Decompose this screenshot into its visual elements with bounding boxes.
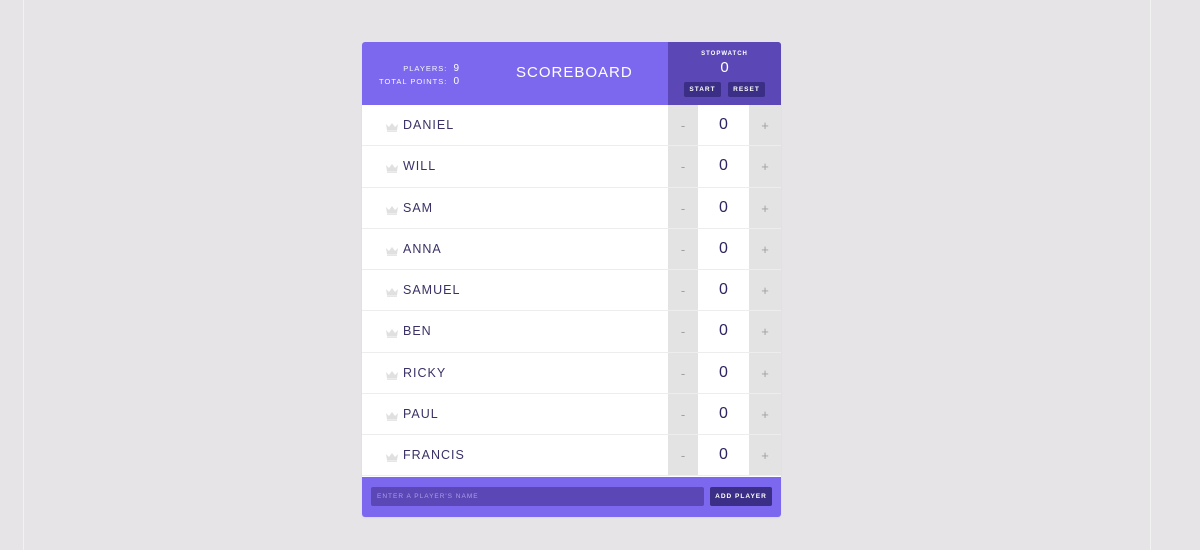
score-counter: - 0 + (668, 146, 781, 187)
player-row: SAM - 0 + (362, 187, 781, 229)
player-row: SAMUEL - 0 + (362, 270, 781, 312)
increment-button[interactable]: + (749, 146, 781, 187)
player-name: WILL (403, 159, 437, 174)
player-name: BEN (403, 324, 432, 339)
stats-table: PLAYERS: 9 TOTAL POINTS: 0 (362, 62, 460, 88)
player-score: 0 (719, 157, 728, 175)
player-row: FRANCIS - 0 + (362, 435, 781, 477)
decrement-button[interactable]: - (668, 393, 698, 434)
decrement-button[interactable]: - (668, 187, 698, 228)
player-name: SAMUEL (403, 283, 461, 297)
score-counter: - 0 + (668, 311, 781, 352)
crown-icon (385, 367, 399, 380)
crown-icon (385, 449, 399, 462)
decrement-button[interactable]: - (668, 105, 698, 146)
decrement-button[interactable]: - (668, 146, 698, 187)
scoreboard: PLAYERS: 9 TOTAL POINTS: 0 SCOREBOARD ST… (362, 42, 781, 517)
crown-icon (385, 160, 399, 174)
increment-button[interactable]: + (749, 393, 781, 434)
crown-icon (385, 408, 399, 421)
decrement-button[interactable]: - (668, 352, 698, 393)
score-counter: - 0 + (668, 393, 781, 434)
score-counter: - 0 + (668, 187, 781, 228)
score-counter: - 0 + (668, 228, 781, 269)
player-score: 0 (719, 198, 728, 216)
player-score: 0 (719, 116, 728, 133)
player-name: PAUL (403, 406, 439, 421)
stopwatch-time: 0 (720, 59, 729, 76)
increment-button[interactable]: + (749, 105, 781, 146)
decrement-button[interactable]: - (668, 228, 698, 269)
stopwatch: STOPWATCH 0 START RESET (668, 42, 781, 105)
score-counter: - 0 + (668, 352, 781, 393)
stopwatch-reset-button[interactable]: RESET (728, 82, 765, 97)
player-list: DANIEL - 0 + WILL - 0 + SAM - 0 + ANNA -… (362, 105, 781, 477)
crown-icon (385, 284, 399, 297)
increment-button[interactable]: + (749, 228, 781, 269)
score-counter: - 0 + (668, 105, 781, 146)
player-row: RICKY - 0 + (362, 352, 781, 394)
increment-button[interactable]: + (749, 311, 781, 352)
player-score: 0 (719, 281, 728, 298)
increment-button[interactable]: + (749, 187, 781, 228)
player-row: BEN - 0 + (362, 311, 781, 353)
stopwatch-label: STOPWATCH (701, 51, 748, 57)
decrement-button[interactable]: - (668, 270, 698, 311)
players-count-label: PLAYERS: (403, 64, 448, 73)
player-name: DANIEL (403, 118, 455, 132)
page-guide-left (23, 0, 24, 550)
stopwatch-start-button[interactable]: START (684, 82, 721, 97)
player-score: 0 (719, 446, 728, 463)
increment-button[interactable]: + (749, 270, 781, 311)
decrement-button[interactable]: - (668, 435, 698, 476)
total-points-row: TOTAL POINTS: 0 (362, 75, 460, 88)
player-score: 0 (719, 363, 728, 381)
scoreboard-header: PLAYERS: 9 TOTAL POINTS: 0 SCOREBOARD ST… (362, 42, 781, 105)
increment-button[interactable]: + (749, 352, 781, 393)
player-name: SAM (403, 200, 434, 215)
page-guide-right (1150, 0, 1151, 550)
add-player-form: ADD PLAYER (362, 477, 781, 517)
crown-icon (385, 119, 399, 132)
total-points-value: 0 (453, 76, 460, 87)
players-count-row: PLAYERS: 9 (362, 62, 460, 75)
score-counter: - 0 + (668, 435, 781, 476)
page-title: SCOREBOARD (516, 64, 633, 81)
score-counter: - 0 + (668, 270, 781, 311)
decrement-button[interactable]: - (668, 311, 698, 352)
increment-button[interactable]: + (749, 435, 781, 476)
add-player-button[interactable]: ADD PLAYER (710, 487, 772, 506)
player-row: PAUL - 0 + (362, 393, 781, 435)
player-name: ANNA (403, 241, 442, 256)
total-points-label: TOTAL POINTS: (379, 77, 448, 86)
player-name-input[interactable] (371, 487, 704, 506)
player-score: 0 (719, 404, 728, 422)
player-row: ANNA - 0 + (362, 228, 781, 270)
player-name: FRANCIS (403, 448, 465, 462)
crown-icon (385, 243, 399, 256)
players-count-value: 9 (453, 63, 460, 74)
player-name: RICKY (403, 365, 447, 380)
player-score: 0 (719, 239, 728, 257)
crown-icon (385, 325, 399, 339)
player-score: 0 (719, 322, 728, 340)
player-row: WILL - 0 + (362, 146, 781, 188)
player-row: DANIEL - 0 + (362, 105, 781, 147)
crown-icon (385, 202, 399, 215)
